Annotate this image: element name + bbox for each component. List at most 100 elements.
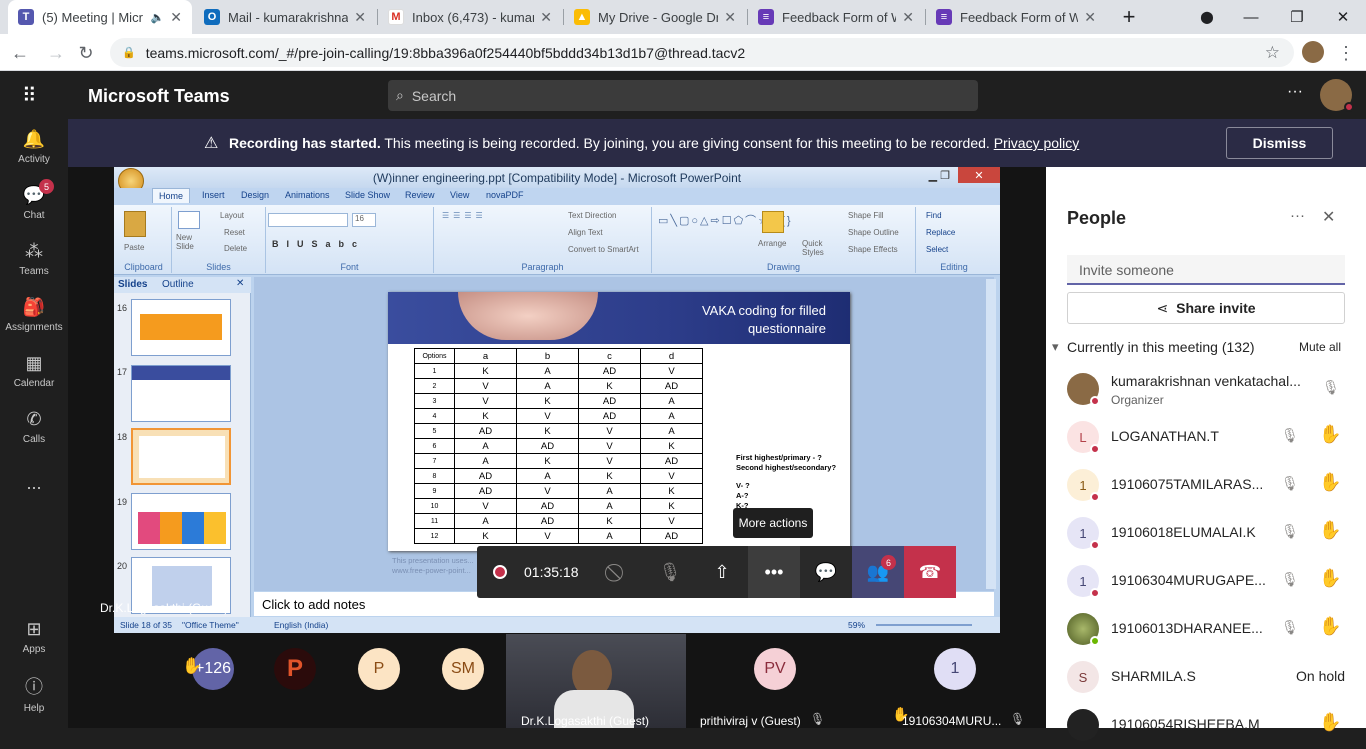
slide-thumbnail[interactable] — [131, 299, 231, 356]
new-slide-button[interactable]: New Slide — [176, 233, 210, 251]
participant-row[interactable]: 1 19106018ELUMALAI.K 🎙 ✋ — [1046, 509, 1366, 557]
dismiss-button[interactable]: Dismiss — [1226, 127, 1333, 159]
privacy-policy-link[interactable]: Privacy policy — [994, 135, 1080, 151]
ribbon-tab-animations[interactable]: Animations — [285, 190, 330, 200]
shape-effects-button[interactable]: Shape Effects — [848, 245, 898, 254]
replace-button[interactable]: Replace — [926, 228, 955, 237]
participants-button[interactable]: 👥 6 — [852, 546, 904, 598]
arrange-button[interactable]: Arrange — [758, 239, 786, 248]
more-actions-button[interactable]: ••• — [748, 546, 800, 598]
browser-tab-forms-1[interactable]: ≡ Feedback Form of We ✕ — [748, 0, 924, 34]
reset-button[interactable]: Reset — [224, 228, 245, 237]
close-tab-icon[interactable]: ✕ — [170, 9, 182, 26]
close-panel-icon[interactable]: ✕ — [1322, 207, 1335, 227]
zoom-level[interactable]: 59% — [848, 620, 865, 630]
leave-call-button[interactable]: ☎ — [904, 546, 956, 598]
shape-fill-button[interactable]: Shape Fill — [848, 211, 884, 220]
close-pane-icon[interactable]: ✕ — [236, 278, 244, 289]
user-avatar[interactable] — [1320, 79, 1354, 112]
close-tab-icon[interactable]: ✕ — [902, 9, 914, 26]
convert-smartart-button[interactable]: Convert to SmartArt — [568, 245, 639, 254]
participant-avatar[interactable]: P — [358, 648, 400, 690]
new-tab-button[interactable]: + — [1106, 0, 1152, 34]
rail-help[interactable]: ⓘ Help — [0, 665, 68, 721]
font-size-field[interactable]: 16 — [352, 213, 376, 227]
browser-menu-icon[interactable]: ⋮ — [1332, 39, 1360, 67]
vertical-scrollbar[interactable] — [986, 279, 996, 589]
collapse-chevron-icon[interactable]: ▾ — [1052, 339, 1059, 355]
close-tab-icon[interactable]: ✕ — [540, 9, 552, 26]
font-name-field[interactable] — [268, 213, 348, 227]
ribbon-tab-insert[interactable]: Insert — [202, 190, 225, 200]
rail-calls[interactable]: ✆ Calls — [0, 399, 68, 455]
participant-row[interactable]: 1 19106075TAMILARAS... 🎙 ✋ — [1046, 461, 1366, 509]
browser-tab-forms-2[interactable]: ≡ Feedback Form of Wo ✕ — [926, 0, 1106, 34]
rail-chat[interactable]: 💬 Chat 5 — [0, 175, 68, 231]
mic-off-button[interactable]: 🎙 — [644, 546, 696, 598]
align-text-button[interactable]: Align Text — [568, 228, 603, 237]
back-button[interactable]: ← — [6, 39, 34, 67]
participant-avatar[interactable]: 1 — [934, 648, 976, 690]
speaker-icon[interactable]: 🔈 — [151, 11, 165, 24]
browser-tab-gmail[interactable]: M Inbox (6,473) - kumar ✕ — [378, 0, 562, 34]
close-tab-icon[interactable]: ✕ — [354, 9, 366, 26]
ribbon-tab-home[interactable]: Home — [152, 188, 191, 203]
ribbon-tab-design[interactable]: Design — [241, 190, 269, 200]
share-content-button[interactable]: ⇧ — [696, 546, 748, 598]
profile-avatar[interactable] — [1302, 41, 1324, 63]
close-window-button[interactable]: ✕ — [1320, 0, 1366, 34]
participant-row[interactable]: S SHARMILA.S On hold — [1046, 653, 1366, 701]
ribbon-tab-novapdf[interactable]: novaPDF — [486, 190, 524, 200]
tab-search-icon[interactable]: ⬤ — [1184, 0, 1230, 34]
layout-button[interactable]: Layout — [220, 211, 244, 220]
participant-row[interactable]: kumarakrishnan venkatachal... Organizer … — [1046, 365, 1366, 413]
list-buttons[interactable]: ☰☰☰☰ — [442, 211, 487, 220]
rail-activity[interactable]: 🔔 Activity — [0, 119, 68, 175]
participant-row[interactable]: 19106013DHARANEE... 🎙 ✋ — [1046, 605, 1366, 653]
rail-teams[interactable]: ⁂ Teams — [0, 231, 68, 287]
select-button[interactable]: Select — [926, 245, 948, 254]
share-invite-button[interactable]: ⋖ Share invite — [1067, 292, 1345, 324]
slide-thumbnail[interactable] — [131, 365, 231, 422]
reload-button[interactable]: ↻ — [72, 39, 100, 67]
rail-assignments[interactable]: 🎒 Assignments — [0, 287, 68, 343]
language-indicator[interactable]: English (India) — [274, 620, 328, 630]
browser-tab-drive[interactable]: ▲ My Drive - Google Dri ✕ — [564, 0, 746, 34]
mic-off-icon[interactable]: 🎙 — [1281, 571, 1299, 588]
invite-input[interactable]: Invite someone — [1067, 255, 1345, 285]
mic-off-icon[interactable]: 🎙 — [1281, 475, 1299, 492]
rail-apps[interactable]: ⊞ Apps — [0, 609, 68, 665]
mic-off-icon[interactable]: 🎙 — [1281, 427, 1299, 444]
rail-calendar[interactable]: ▦ Calendar — [0, 343, 68, 399]
panel-more-icon[interactable]: ··· — [1290, 207, 1305, 224]
forward-button[interactable]: → — [42, 39, 70, 67]
participant-row[interactable]: 1 19106304MURUGAPE... 🎙 ✋ — [1046, 557, 1366, 605]
close-tab-icon[interactable]: ✕ — [1084, 9, 1096, 26]
ribbon-tab-view[interactable]: View — [450, 190, 469, 200]
minimize-button[interactable]: — — [1228, 0, 1274, 34]
shape-outline-button[interactable]: Shape Outline — [848, 228, 899, 237]
more-options-icon[interactable]: ··· — [1287, 83, 1303, 101]
rail-more[interactable]: ... — [0, 455, 68, 511]
participant-row[interactable]: 19106054RISHEEBA.M ✋ — [1046, 701, 1366, 749]
mic-off-icon[interactable]: 🎙 — [1322, 379, 1340, 396]
participant-row[interactable]: L LOGANATHAN.T 🎙 ✋ — [1046, 413, 1366, 461]
browser-tab-mail[interactable]: O Mail - kumarakrishnan ✕ — [194, 0, 376, 34]
zoom-slider[interactable] — [876, 624, 972, 626]
text-direction-button[interactable]: Text Direction — [568, 211, 616, 220]
participant-avatar[interactable]: P — [274, 648, 316, 690]
ppt-minimize-button[interactable]: ▁ ❐ — [929, 169, 950, 182]
bookmark-star-icon[interactable]: ☆ — [1265, 43, 1280, 63]
participant-avatar[interactable]: PV — [754, 648, 796, 690]
mic-off-icon[interactable]: 🎙 — [1281, 523, 1299, 540]
ribbon-tab-slideshow[interactable]: Slide Show — [345, 190, 390, 200]
participant-avatar[interactable]: SM — [442, 648, 484, 690]
find-button[interactable]: Find — [926, 211, 942, 220]
mic-off-icon[interactable]: 🎙 — [1281, 619, 1299, 636]
camera-off-button[interactable]: ⃠ — [592, 546, 644, 598]
url-field[interactable]: 🔒 teams.microsoft.com/_#/pre-join-callin… — [110, 38, 1294, 67]
maximize-button[interactable]: ❐ — [1274, 0, 1320, 34]
delete-button[interactable]: Delete — [224, 244, 247, 253]
slide-thumbnail[interactable] — [131, 493, 231, 550]
chat-button[interactable]: 💬 — [800, 546, 852, 598]
